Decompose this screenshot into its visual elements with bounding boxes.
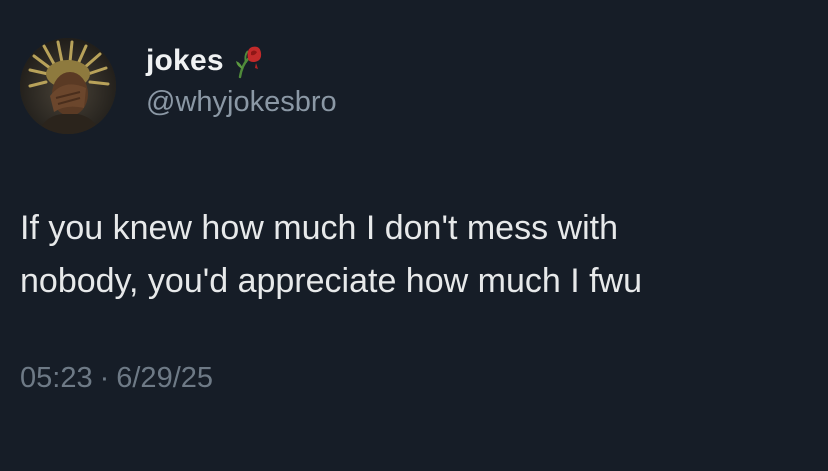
avatar-photo <box>20 38 116 134</box>
tweet-meta: 05:23 · 6/29/25 <box>20 362 213 395</box>
meta-separator: · <box>99 362 110 394</box>
name-row: jokes <box>146 40 264 82</box>
tweet-text: If you knew how much I don't mess with n… <box>20 209 643 300</box>
user-handle[interactable]: @whyjokesbro <box>146 86 337 119</box>
avatar[interactable] <box>20 38 116 134</box>
display-name[interactable]: jokes <box>146 44 224 78</box>
tweet-time[interactable]: 05:23 <box>20 362 93 394</box>
wilted-rose-icon <box>234 43 264 79</box>
tweet-card: jokes @whyjokesbro If you knew how much … <box>0 0 828 471</box>
tweet-date[interactable]: 6/29/25 <box>116 362 213 394</box>
